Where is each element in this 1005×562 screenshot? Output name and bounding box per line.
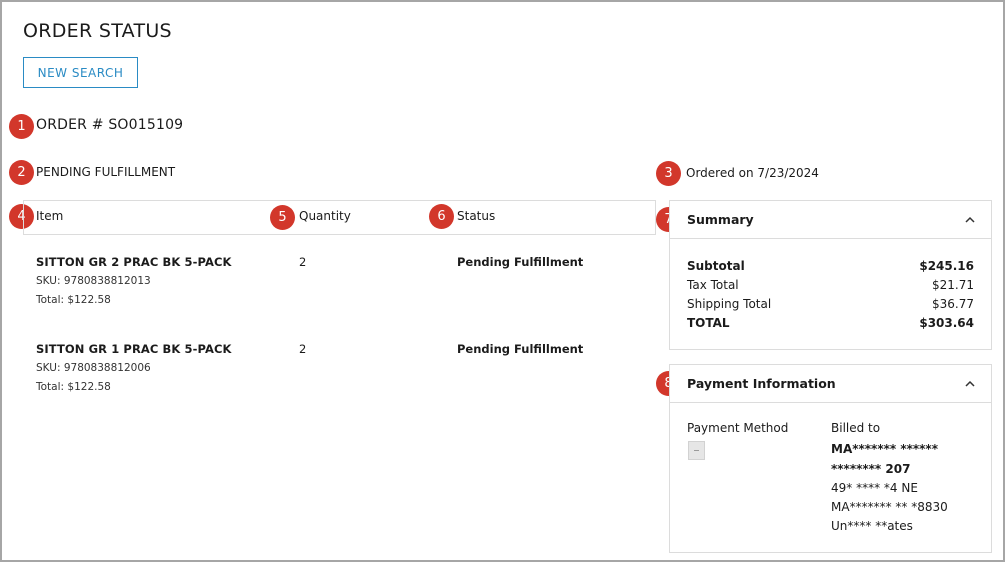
billed-to-line: MA******* ****** [831,442,938,456]
summary-value: $21.71 [932,278,974,292]
callout-marker-2: 2 [9,160,34,185]
summary-panel-header[interactable]: Summary [670,201,991,239]
billed-to-line: ******** 207 [831,462,911,476]
summary-label: TOTAL [687,316,730,330]
chevron-up-icon[interactable] [963,377,977,391]
summary-label: Subtotal [687,259,745,273]
item-name: SITTON GR 2 PRAC BK 5-PACK [36,255,232,269]
item-sku: SKU: 9780838812006 [36,362,151,374]
billed-to-line: MA******* ** *8830 [831,500,948,514]
summary-label: Shipping Total [687,297,772,311]
summary-value: $303.64 [919,316,974,330]
payment-card-icon [688,441,705,460]
item-total: Total: $122.58 [36,381,111,393]
summary-label: Tax Total [687,278,739,292]
payment-method-label: Payment Method [687,421,789,435]
item-total: Total: $122.58 [36,294,111,306]
payment-panel: Payment Information Payment Method Bille… [669,364,992,553]
column-header-status: Status [457,209,496,223]
callout-marker-1: 1 [9,114,34,139]
page-title: ORDER STATUS [23,20,172,42]
billed-to-label: Billed to [831,421,881,435]
summary-row-tax: Tax Total $21.71 [687,278,974,292]
payment-panel-header[interactable]: Payment Information [670,365,991,403]
summary-panel: Summary Subtotal $245.16 Tax Total $21.7… [669,200,992,350]
billed-to-line: Un**** **ates [831,519,913,533]
column-header-item: Item [36,209,64,223]
summary-value: $36.77 [932,297,974,311]
item-name: SITTON GR 1 PRAC BK 5-PACK [36,342,232,356]
chevron-up-icon[interactable] [963,213,977,227]
summary-value: $245.16 [919,259,974,273]
item-status: Pending Fulfillment [457,255,584,269]
summary-title: Summary [687,212,754,227]
new-search-button[interactable]: NEW SEARCH [23,57,138,88]
summary-row-subtotal: Subtotal $245.16 [687,259,974,273]
column-header-quantity: Quantity [299,209,351,223]
order-status: PENDING FULFILLMENT [36,165,176,179]
payment-title: Payment Information [687,376,836,391]
callout-marker-3: 3 [656,161,681,186]
order-date: Ordered on 7/23/2024 [686,166,819,180]
summary-row-shipping: Shipping Total $36.77 [687,297,974,311]
order-number: ORDER # SO015109 [36,117,184,133]
summary-row-total: TOTAL $303.64 [687,316,974,330]
item-status: Pending Fulfillment [457,342,584,356]
item-quantity: 2 [299,255,307,269]
billed-to-line: 49* **** *4 NE [831,481,918,495]
item-sku: SKU: 9780838812013 [36,275,151,287]
item-quantity: 2 [299,342,307,356]
